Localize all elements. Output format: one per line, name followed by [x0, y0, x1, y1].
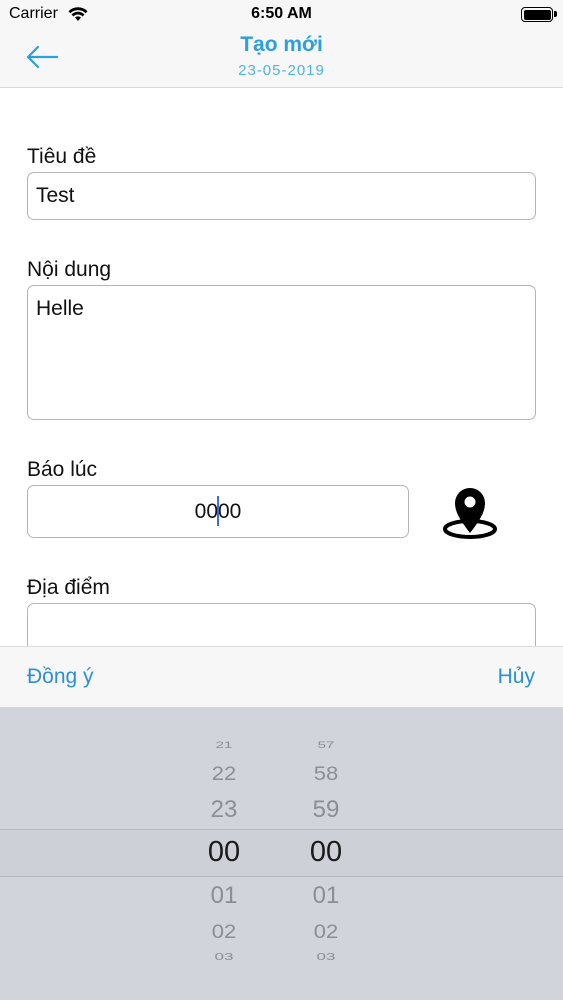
alarm-minute: 00: [218, 500, 242, 523]
battery-tip: [554, 11, 557, 17]
location-pin-icon[interactable]: [440, 483, 500, 541]
alarm-label: Báo lúc: [27, 458, 98, 481]
confirm-button[interactable]: Đồng ý: [27, 665, 94, 689]
status-time: 6:50 AM: [251, 5, 312, 22]
battery-icon: [521, 7, 553, 22]
picker-minute-value[interactable]: 02: [286, 921, 366, 944]
nav-bar: Tạo mới 23-05-2019: [0, 30, 563, 88]
picker-minute-value[interactable]: 58: [286, 763, 366, 786]
status-bar: Carrier 6:50 AM: [0, 0, 563, 30]
picker-hour-value[interactable]: 02: [184, 921, 264, 944]
picker-selection-band: [0, 829, 563, 877]
picker-minute-selected[interactable]: 00: [286, 836, 366, 869]
picker-minute-value[interactable]: 01: [286, 882, 366, 910]
picker-hour-value[interactable]: 22: [184, 763, 264, 786]
alarm-time-input[interactable]: 0000: [27, 485, 409, 538]
picker-hour-value[interactable]: 03: [184, 951, 264, 963]
place-label: Địa điểm: [27, 576, 110, 599]
picker-hour-value[interactable]: 01: [184, 882, 264, 910]
content-textarea[interactable]: Helle: [27, 285, 536, 420]
picker-minute-value[interactable]: 57: [286, 740, 366, 750]
picker-hour-value[interactable]: 21: [184, 740, 264, 750]
title-input[interactable]: Test: [27, 172, 536, 220]
picker-hour-value[interactable]: 23: [184, 796, 264, 824]
page-date: 23-05-2019: [238, 62, 325, 79]
alarm-hour: 00: [194, 500, 218, 523]
picker-minute-value[interactable]: 59: [286, 796, 366, 824]
cancel-button[interactable]: Hủy: [498, 665, 535, 689]
picker-toolbar: Đồng ý Hủy: [0, 646, 563, 707]
page-title: Tạo mới: [240, 33, 323, 56]
picker-minute-value[interactable]: 03: [286, 951, 366, 963]
time-picker[interactable]: 21 22 23 00 01 02 03 57 58 59 00 01 02 0…: [0, 707, 563, 1000]
picker-hour-selected[interactable]: 00: [184, 836, 264, 869]
title-label: Tiêu đề: [27, 145, 97, 168]
content-label: Nội dung: [27, 258, 112, 281]
text-cursor: [217, 496, 219, 527]
